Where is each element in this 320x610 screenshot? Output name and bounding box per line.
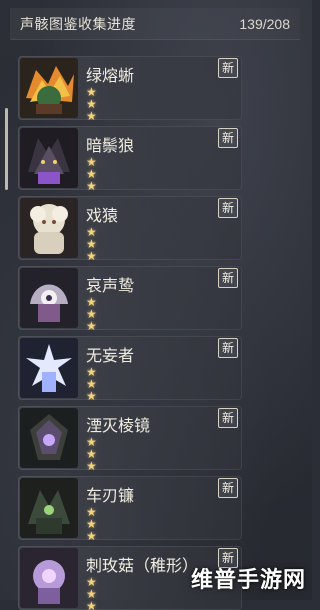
new-badge: 新 — [218, 128, 238, 148]
star-icon: ★ ★ ★ — [86, 85, 97, 120]
echo-name: 湮灭棱镜 — [86, 416, 151, 435]
echo-portrait — [20, 198, 78, 258]
star-icon: ★ ★ ★ — [86, 575, 97, 610]
echo-name: 暗鬃狼 — [86, 136, 135, 155]
rarity-stars: ★ ★ ★ — [86, 85, 98, 120]
echo-card[interactable]: 湮灭棱镜 ★ ★ ★ 新 — [18, 406, 242, 470]
rarity-stars: ★ ★ ★ — [86, 365, 98, 400]
echo-portrait — [20, 478, 78, 538]
echo-name: 哀声鸷 — [86, 276, 135, 295]
echo-portrait — [20, 128, 78, 188]
new-badge: 新 — [218, 478, 238, 498]
echo-name: 绿熔蜥 — [86, 66, 135, 85]
star-icon: ★ ★ ★ — [86, 295, 97, 330]
new-badge: 新 — [218, 338, 238, 358]
echo-portrait — [20, 338, 78, 398]
echo-name: 戏猿 — [86, 206, 119, 225]
star-icon: ★ ★ ★ — [86, 365, 97, 400]
star-icon: ★ ★ ★ — [86, 155, 97, 190]
new-badge: 新 — [218, 198, 238, 218]
rarity-stars: ★ ★ ★ — [86, 155, 98, 190]
rarity-stars: ★ ★ ★ — [86, 505, 98, 540]
echo-portrait — [20, 268, 78, 328]
echo-card[interactable]: 车刃镰 ★ ★ ★ 新 — [18, 476, 242, 540]
new-badge: 新 — [218, 408, 238, 428]
echo-card[interactable]: 暗鬃狼 ★ ★ ★ 新 — [18, 126, 242, 190]
new-badge: 新 — [218, 58, 238, 78]
echo-card[interactable]: 无妄者 ★ ★ ★ 新 — [18, 336, 242, 400]
echo-card[interactable]: 绿熔蜥 ★ ★ ★ 新 — [18, 56, 242, 120]
star-icon: ★ ★ ★ — [86, 435, 97, 470]
echo-portrait — [20, 548, 78, 608]
rarity-stars: ★ ★ ★ — [86, 575, 98, 610]
rarity-stars: ★ ★ ★ — [86, 435, 98, 470]
echo-name: 刺玫菇（稚形） — [86, 556, 199, 575]
watermark: 维普手游网 — [190, 568, 306, 593]
echo-card[interactable]: 戏猿 ★ ★ ★ 新 — [18, 196, 242, 260]
rarity-stars: ★ ★ ★ — [86, 295, 98, 330]
star-icon: ★ ★ ★ — [86, 505, 97, 540]
echo-name: 车刃镰 — [86, 486, 135, 505]
echo-card[interactable]: 哀声鸷 ★ ★ ★ 新 — [18, 266, 242, 330]
echo-portrait — [20, 58, 78, 118]
new-badge: 新 — [218, 268, 238, 288]
star-icon: ★ ★ ★ — [86, 225, 97, 260]
echo-name: 无妄者 — [86, 346, 135, 365]
rarity-stars: ★ ★ ★ — [86, 225, 98, 260]
echo-list: 绿熔蜥 ★ ★ ★ 新 暗鬃狼 ★ ★ ★ 新 戏猿 ★ ★ ★ 新 哀声鸷 ★… — [0, 0, 312, 610]
echo-portrait — [20, 408, 78, 468]
